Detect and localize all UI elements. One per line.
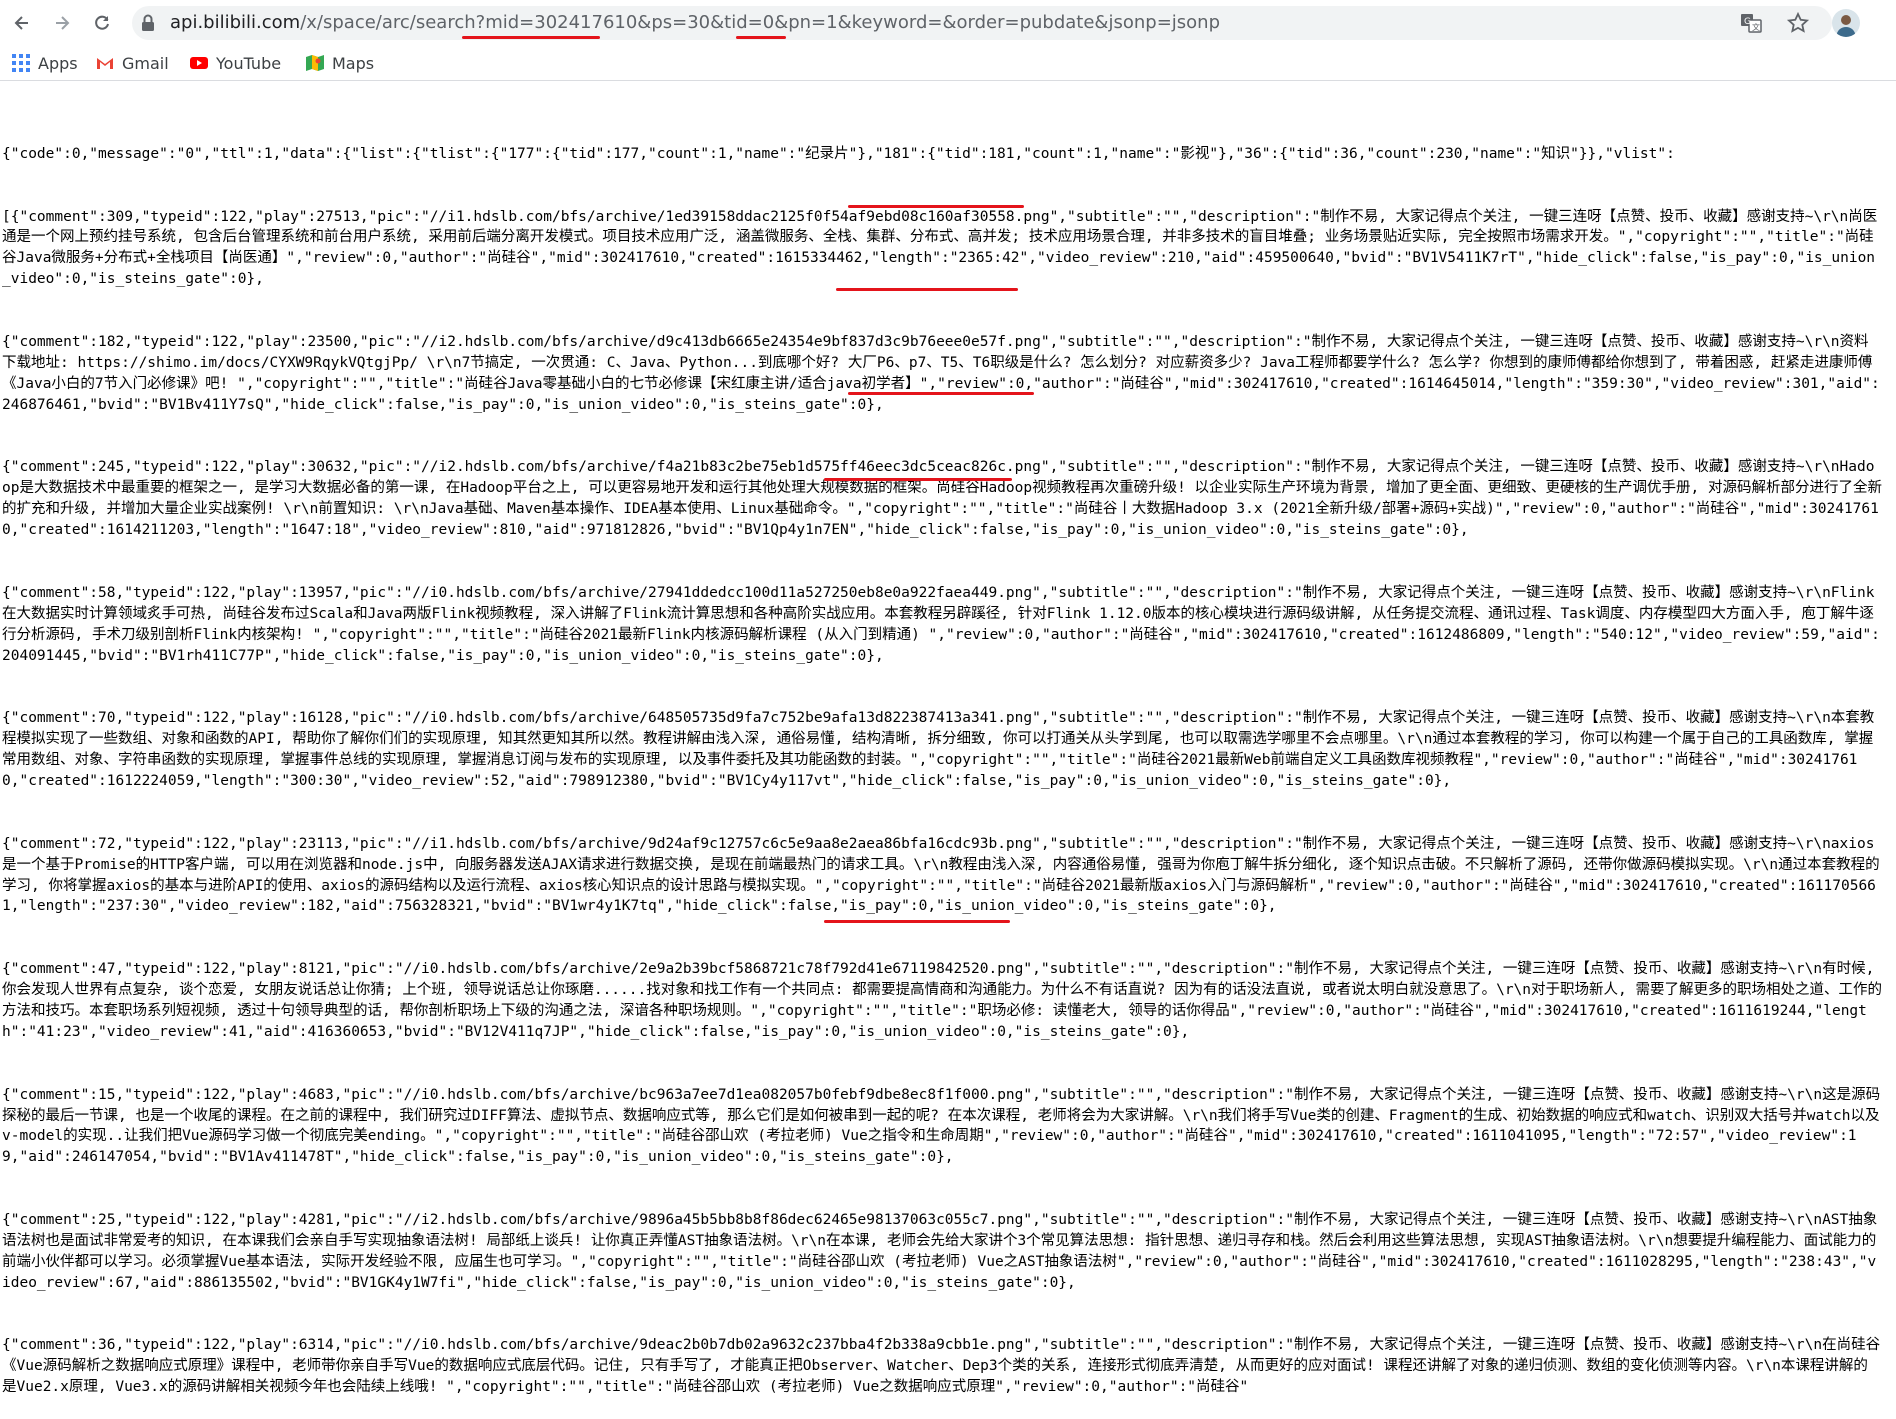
svg-text:G: G <box>1744 17 1751 27</box>
json-line: [{"comment":309,"typeid":122,"play":2751… <box>2 208 1878 288</box>
json-line: {"comment":72,"typeid":122,"play":23113,… <box>2 835 1880 915</box>
forward-arrow-icon[interactable] <box>48 9 76 37</box>
svg-text:文: 文 <box>1752 22 1760 32</box>
star-icon[interactable] <box>1786 11 1810 35</box>
back-arrow-icon[interactable] <box>8 9 36 37</box>
bookmarks-bar: Apps Gmail YouTube Maps <box>0 46 1896 81</box>
lock-icon[interactable] <box>140 13 156 33</box>
bvid-underline <box>836 288 1018 291</box>
bookmark-label: Maps <box>332 53 375 73</box>
maps-icon <box>306 54 324 72</box>
avatar-icon[interactable] <box>1832 9 1860 37</box>
bookmark-apps[interactable]: Apps <box>12 52 78 74</box>
apps-grid-icon <box>12 54 30 72</box>
gmail-icon <box>96 54 114 72</box>
json-line: {"code":0,"message":"0","ttl":1,"data":{… <box>2 145 1675 162</box>
url-text[interactable]: api.bilibili.com/x/space/arc/search?mid=… <box>170 11 1220 35</box>
url-mid-underline <box>462 36 600 39</box>
bvid-underline <box>848 205 1024 208</box>
json-line: {"comment":25,"typeid":122,"play":4281,"… <box>2 1212 1878 1291</box>
bookmark-youtube[interactable]: YouTube <box>190 52 281 74</box>
browser-toolbar: api.bilibili.com/x/space/arc/search?mid=… <box>0 0 1896 46</box>
youtube-icon <box>190 54 208 72</box>
bookmark-maps[interactable]: Maps <box>306 52 374 74</box>
bvid-underline <box>824 920 1010 923</box>
json-line: {"comment":47,"typeid":122,"play":8121,"… <box>2 961 1884 1040</box>
bookmark-gmail[interactable]: Gmail <box>96 52 169 74</box>
bookmark-label: Apps <box>38 53 78 73</box>
json-line: {"comment":58,"typeid":122,"play":13957,… <box>2 584 1880 664</box>
json-line: {"comment":182,"typeid":122,"play":23500… <box>2 333 1880 413</box>
bookmark-label: Gmail <box>122 53 169 73</box>
json-line: {"comment":70,"typeid":122,"play":16128,… <box>2 710 1875 789</box>
url-path: /x/space/arc/search?mid=302417610&ps=30&… <box>300 12 1220 33</box>
bvid-underline <box>824 478 1012 481</box>
bookmark-label: YouTube <box>216 53 282 73</box>
reload-icon[interactable] <box>88 9 116 37</box>
json-line: {"comment":15,"typeid":122,"play":4683,"… <box>2 1086 1881 1166</box>
bvid-underline <box>848 392 1034 395</box>
json-response-body: {"code":0,"message":"0","ttl":1,"data":{… <box>2 102 1882 1419</box>
url-host: api.bilibili.com <box>170 12 301 33</box>
url-pn-underline <box>736 36 786 39</box>
translate-icon[interactable]: G文 <box>1740 12 1762 34</box>
json-line: {"comment":245,"typeid":122,"play":30632… <box>2 459 1882 539</box>
json-line: {"comment":36,"typeid":122,"play":6314,"… <box>2 1337 1881 1396</box>
